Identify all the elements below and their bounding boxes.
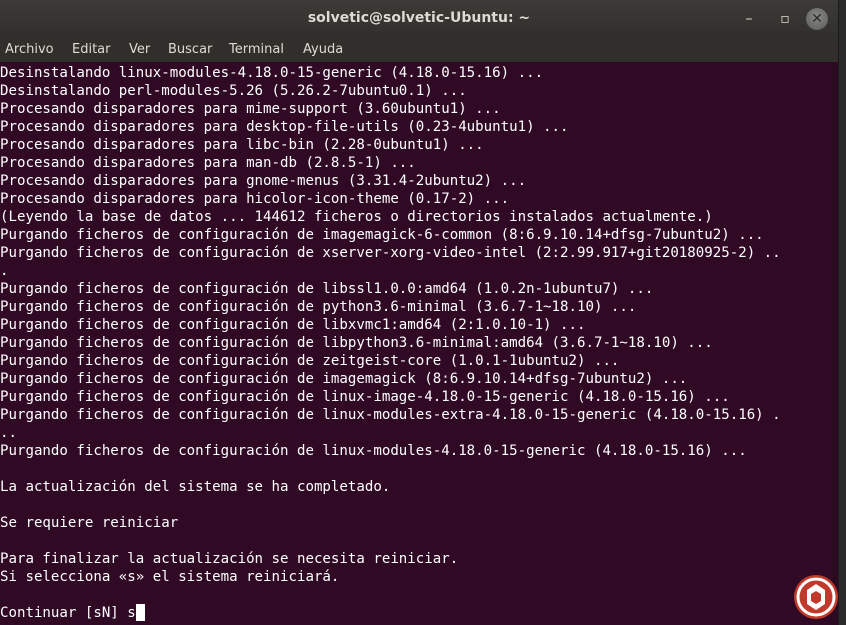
terminal-line: . — [0, 263, 9, 279]
terminal-line: Purgando ficheros de configuración de xs… — [0, 245, 781, 261]
close-button[interactable]: ✕ — [806, 8, 828, 30]
terminal-window: solvetic@solvetic-Ubuntu: ~ – ▫ ✕ Archiv… — [0, 0, 839, 625]
terminal-line: Purgando ficheros de configuración de li… — [0, 389, 730, 405]
terminal-line: Purgando ficheros de configuración de li… — [0, 335, 713, 351]
terminal-line: Se requiere reiniciar — [0, 515, 179, 531]
terminal-prompt: Continuar [sN] s — [0, 605, 136, 621]
terminal-line: Purgando ficheros de configuración de ze… — [0, 353, 620, 369]
menu-ayuda[interactable]: Ayuda — [303, 42, 343, 57]
title-bar[interactable]: solvetic@solvetic-Ubuntu: ~ – ▫ ✕ — [0, 0, 838, 38]
terminal-line: Procesando disparadores para mime-suppor… — [0, 101, 501, 117]
menu-archivo[interactable]: Archivo — [5, 42, 54, 57]
terminal-line: .. — [0, 425, 17, 441]
terminal-line: Si selecciona «s» el sistema reiniciará. — [0, 569, 340, 585]
menu-terminal[interactable]: Terminal — [229, 42, 284, 57]
menu-buscar[interactable]: Buscar — [168, 42, 212, 57]
terminal-line: Purgando ficheros de configuración de im… — [0, 227, 764, 243]
terminal-line: Procesando disparadores para desktop-fil… — [0, 119, 569, 135]
menu-ver[interactable]: Ver — [129, 42, 150, 57]
minimize-button[interactable]: – — [738, 8, 760, 30]
terminal-line: Purgando ficheros de configuración de li… — [0, 407, 781, 423]
window-title: solvetic@solvetic-Ubuntu: ~ — [307, 10, 531, 26]
terminal-output[interactable]: Desinstalando linux-modules-4.18.0-15-ge… — [0, 64, 838, 625]
scrollbar[interactable] — [831, 64, 837, 625]
terminal-line: Purgando ficheros de configuración de py… — [0, 299, 637, 315]
solvetic-logo-icon — [794, 575, 838, 619]
terminal-line: Procesando disparadores para gnome-menus… — [0, 173, 527, 189]
menu-editar[interactable]: Editar — [72, 42, 111, 57]
terminal-line: Purgando ficheros de configuración de li… — [0, 281, 654, 297]
terminal-line: Purgando ficheros de configuración de im… — [0, 371, 688, 387]
terminal-prompt-line[interactable]: Continuar [sN] s — [0, 604, 145, 622]
text-cursor — [135, 604, 145, 621]
terminal-line: Desinstalando linux-modules-4.18.0-15-ge… — [0, 65, 544, 81]
terminal-line: La actualización del sistema se ha compl… — [0, 479, 391, 495]
terminal-line: Para finalizar la actualización se neces… — [0, 551, 459, 567]
terminal-line: Procesando disparadores para libc-bin (2… — [0, 137, 484, 153]
terminal-line: Purgando ficheros de configuración de li… — [0, 443, 747, 459]
terminal-line: Purgando ficheros de configuración de li… — [0, 317, 586, 333]
terminal-line: (Leyendo la base de datos ... 144612 fic… — [0, 209, 713, 225]
terminal-line: Desinstalando perl-modules-5.26 (5.26.2-… — [0, 83, 467, 99]
terminal-line: Procesando disparadores para man-db (2.8… — [0, 155, 416, 171]
terminal-line: Procesando disparadores para hicolor-ico… — [0, 191, 510, 207]
maximize-button[interactable]: ▫ — [774, 8, 796, 30]
menu-bar: Archivo Editar Ver Buscar Terminal Ayuda — [0, 38, 838, 62]
